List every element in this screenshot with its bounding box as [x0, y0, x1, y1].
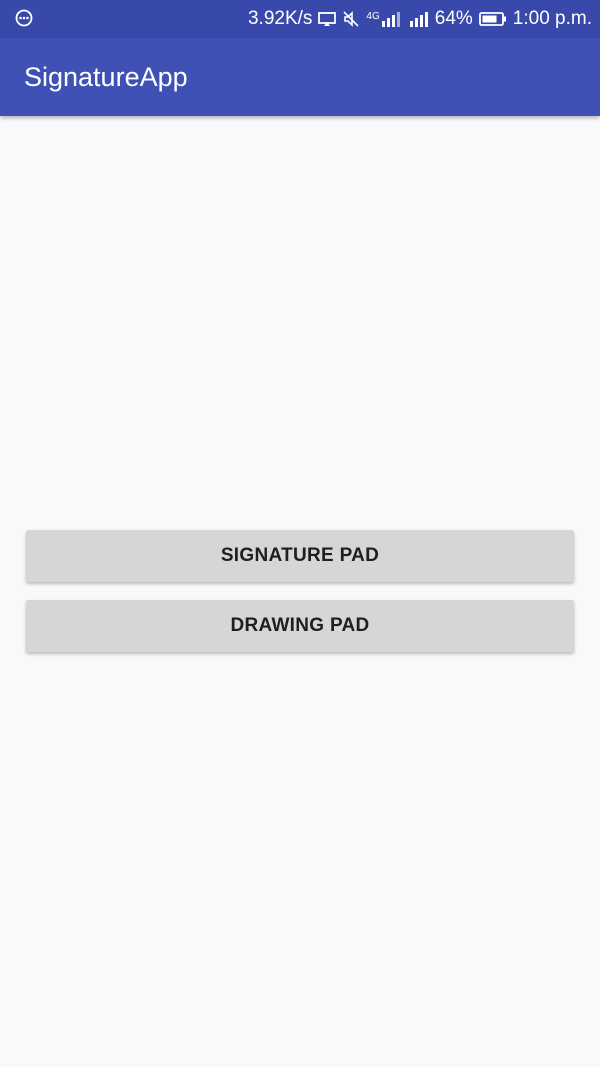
app-screen: 3.92K/s 4G 64% 1:00 p.m. SignatureApp SI…	[0, 0, 600, 1067]
more-circle-icon	[14, 8, 34, 28]
network-type: 4G	[366, 10, 380, 22]
cast-icon	[318, 11, 337, 27]
battery-icon	[478, 11, 507, 27]
status-bar: 3.92K/s 4G 64% 1:00 p.m.	[0, 0, 600, 38]
app-title: SignatureApp	[24, 62, 188, 92]
main-content: SIGNATURE PAD DRAWING PAD	[0, 116, 600, 1067]
drawing-pad-button[interactable]: DRAWING PAD	[26, 600, 574, 652]
status-indicators: 3.92K/s 4G 64% 1:00 p.m.	[248, 0, 592, 38]
battery-percent: 64%	[434, 8, 473, 29]
clock: 1:00 p.m.	[512, 8, 592, 29]
signature-pad-button[interactable]: SIGNATURE PAD	[26, 530, 574, 582]
mute-icon	[342, 10, 360, 28]
app-bar: SignatureApp	[0, 38, 600, 116]
network-speed: 3.92K/s	[247, 8, 313, 29]
signal-4g-icon: 4G	[366, 11, 402, 27]
signal-icon	[409, 11, 429, 27]
